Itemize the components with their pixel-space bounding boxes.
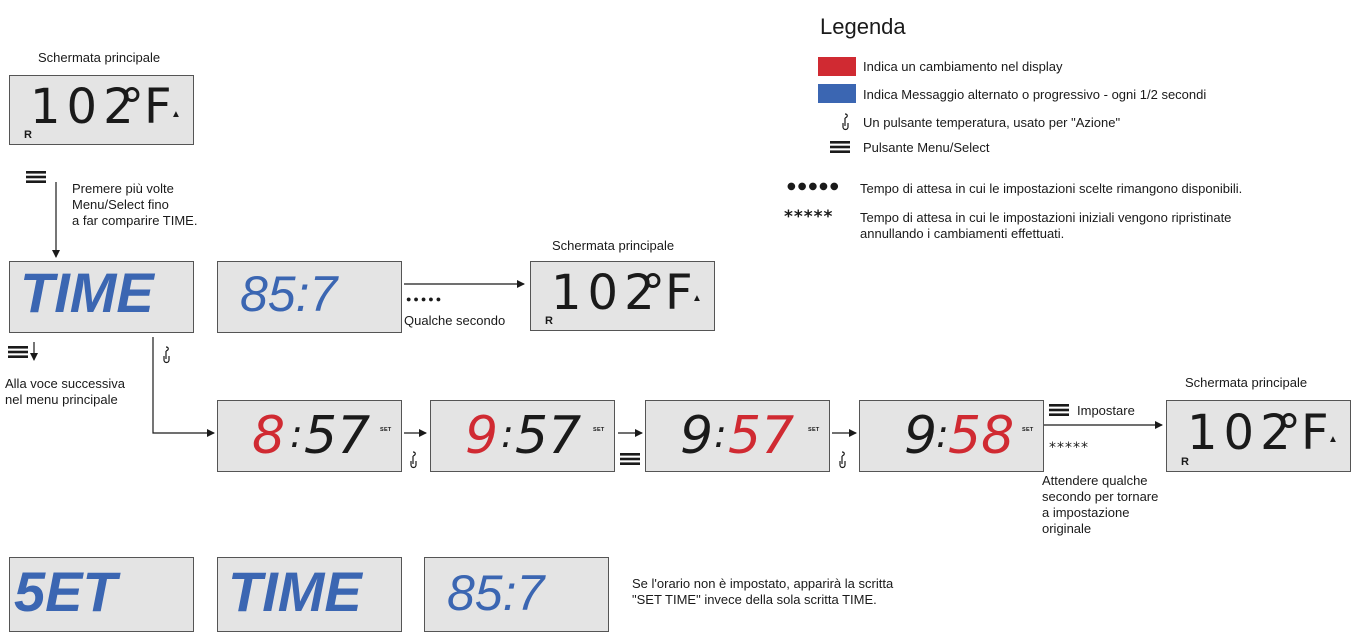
step4-display: 9 : 58 SET [859,400,1044,472]
legend-alternate-text: Indica Messaggio alternato o progressivo… [863,87,1207,102]
step2-hours: 9 [465,406,499,466]
temp-button-icon [410,451,417,469]
menu-icon [8,346,28,358]
legend-dots-text: Tempo di attesa in cui le impostazioni s… [860,181,1243,196]
step2-display: 9 : 57 SET [430,400,615,472]
main-screen-label-3: Schermata principale [1185,375,1308,390]
menu-icon [620,453,640,465]
temp-button-icon [842,113,849,131]
press-menu-line-1: Premere più volte [72,181,174,196]
set-indicator: SET [808,427,820,433]
main-screen-display: 102 °F R ▲ [9,75,194,145]
legend-change-text: Indica un cambiamento nel display [863,59,1063,74]
wait-stars: ***** [1049,440,1089,456]
temp-unit: °F [641,265,693,321]
legend-red-swatch [818,57,856,76]
set-indicator: SET [1022,427,1034,433]
wait-line-3: a impostazione [1042,505,1130,520]
dots-icon: ●●●●● [787,181,841,192]
temp-unit: °F [120,79,172,135]
step4-minutes: 58 [948,406,1015,466]
some-seconds-label: Qualche secondo [404,313,506,328]
wait-dots: ●●●●● [406,294,444,304]
clock-alt-text: 85:7 [240,266,338,322]
legend-stars-text-2: annullando i cambiamenti effettuati. [860,226,1065,241]
step4-hours: 9 [904,406,938,466]
heat-indicator-icon: ▲ [1328,434,1338,445]
step1-minutes: 57 [304,406,371,466]
step1-colon: : [290,412,303,456]
main-screen-label-2: Schermata principale [552,238,675,253]
set-indicator: SET [380,427,392,433]
step1-hours: 8 [252,406,286,466]
press-menu-line-3: a far comparire TIME. [72,213,198,228]
step3-display: 9 : 57 SET [645,400,830,472]
wait-line-2: secondo per tornare [1042,489,1159,504]
set-word-text: 5ET [14,560,117,623]
menu-icon [1049,404,1069,416]
stars-icon: ***** [784,207,834,227]
main-screen-display-2: 102 °F R ▲ [530,261,715,331]
step3-minutes: 57 [728,406,795,466]
legend-blue-swatch [818,84,856,103]
main-screen-display-3: 102 °F R ▲ [1166,400,1351,472]
temp-unit: °F [1277,405,1329,461]
r-indicator: R [24,129,32,141]
set-label: Impostare [1077,403,1135,418]
temp-button-icon [839,451,846,469]
heat-indicator-icon: ▲ [692,293,702,304]
time-text-2: TIME [228,560,362,623]
clock-alt-display-2: 85:7 [424,557,609,632]
not-set-note-line-2: "SET TIME" invece della sola scritta TIM… [632,592,877,607]
press-menu-line-2: Menu/Select fino [72,197,169,212]
next-item-line-2: nel menu principale [5,392,118,407]
legend-stars-text: Tempo di attesa in cui le impostazioni i… [860,210,1232,225]
temp-button-icon [163,346,170,364]
time-display: TIME [9,261,194,333]
legend-menu-text: Pulsante Menu/Select [863,140,990,155]
menu-icon [830,141,850,153]
set-indicator: SET [593,427,605,433]
next-item-line-1: Alla voce successiva [5,376,125,391]
heat-indicator-icon: ▲ [171,109,181,120]
menu-icon [26,171,46,183]
step3-hours: 9 [680,406,714,466]
legend-temp-text: Un pulsante temperatura, usato per "Azio… [863,115,1121,130]
step2-colon: : [501,412,514,456]
wait-line-1: Attendere qualche [1042,473,1148,488]
main-screen-label: Schermata principale [38,50,161,65]
clock-alt-display: 85:7 [217,261,402,333]
step3-colon: : [714,412,727,456]
not-set-note-line-1: Se l'orario non è impostato, apparirà la… [632,576,894,591]
r-indicator: R [545,315,553,327]
wait-line-4: originale [1042,521,1092,536]
r-indicator: R [1181,456,1189,468]
legend-title: Legenda [820,14,906,39]
set-word-display: 5ET [9,557,194,632]
step1-display: 8 : 57 SET [217,400,402,472]
step4-colon: : [936,412,949,456]
step2-minutes: 57 [515,406,582,466]
clock-alt-text-2: 85:7 [447,565,545,621]
time-text: TIME [20,261,154,324]
time-display-2: TIME [217,557,402,632]
